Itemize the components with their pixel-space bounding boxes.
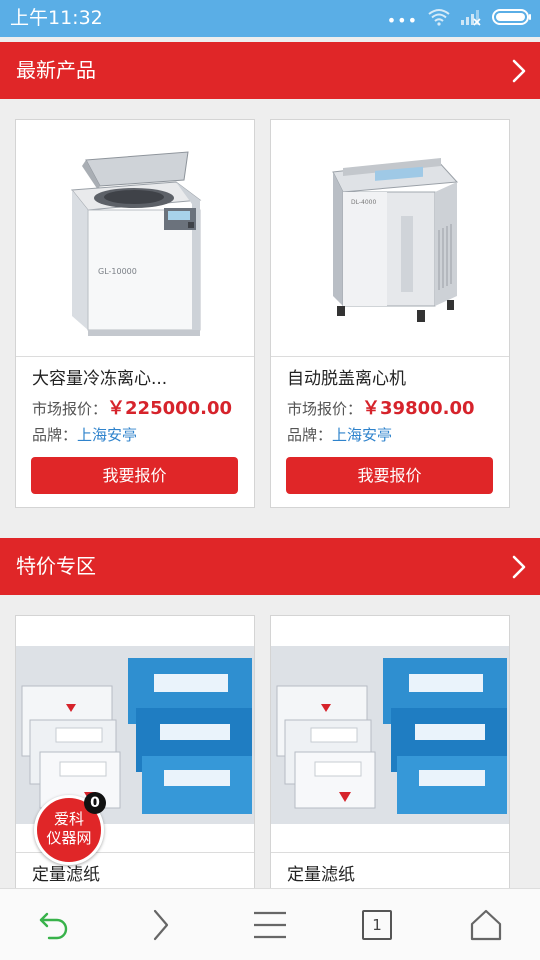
- bottom-navigation: 1: [0, 888, 540, 960]
- section-title: 最新产品: [16, 58, 96, 82]
- status-bar: 上午11:32 •••: [0, 0, 540, 37]
- status-divider: [0, 37, 540, 41]
- svg-text:GL-10000: GL-10000: [98, 267, 137, 276]
- product-image-filter-paper-boxes[interactable]: [271, 616, 509, 853]
- badge-count: 0: [84, 792, 106, 814]
- product-name[interactable]: 大容量冷冻离心...: [32, 367, 167, 391]
- product-image-centrifuge-open-lid[interactable]: GL-10000: [16, 120, 254, 357]
- product-image-centrifuge-floor[interactable]: DL-4000: [271, 120, 509, 357]
- product-name[interactable]: 定量滤纸: [287, 863, 355, 887]
- product-price-row: 市场报价：￥39800.00: [287, 397, 475, 421]
- request-quote-button[interactable]: 我要报价: [31, 457, 238, 494]
- product-name[interactable]: 自动脱盖离心机: [287, 367, 406, 391]
- status-icons: •••: [387, 9, 532, 29]
- special-card[interactable]: 定量滤纸: [15, 615, 255, 905]
- request-quote-button[interactable]: 我要报价: [286, 457, 493, 494]
- back-button[interactable]: [24, 889, 84, 960]
- section-title: 特价专区: [16, 554, 96, 578]
- special-card[interactable]: 定量滤纸: [270, 615, 510, 905]
- battery-icon: [492, 9, 532, 29]
- tabs-button[interactable]: 1: [347, 889, 407, 960]
- product-price: ￥39800.00: [362, 398, 475, 419]
- product-brand-link[interactable]: 上海安亭: [332, 426, 392, 444]
- product-card[interactable]: DL-4000 自动脱盖离心机 市场报价：￥39800.00 品牌：上海安亭 我…: [270, 119, 510, 508]
- status-time: 上午11:32: [10, 7, 103, 29]
- wifi-icon: [428, 8, 450, 30]
- chevron-right-icon[interactable]: [512, 555, 526, 579]
- price-label: 市场报价：: [32, 400, 108, 418]
- home-button[interactable]: [456, 889, 516, 960]
- signal-icon: [460, 8, 482, 30]
- product-price: ￥225000.00: [107, 398, 233, 419]
- back-icon: [39, 912, 68, 940]
- svg-text:DL-4000: DL-4000: [351, 199, 376, 206]
- tabs-icon: 1: [362, 910, 392, 940]
- product-brand-row: 品牌：上海安亭: [287, 423, 392, 447]
- product-price-row: 市场报价：￥225000.00: [32, 397, 232, 421]
- notification-dots: •••: [386, 11, 418, 30]
- section-header-new-products[interactable]: 最新产品: [0, 42, 540, 99]
- forward-button[interactable]: [131, 889, 191, 960]
- price-label: 市场报价：: [287, 400, 363, 418]
- product-name[interactable]: 定量滤纸: [32, 863, 100, 887]
- chevron-right-icon[interactable]: [512, 59, 526, 83]
- product-card[interactable]: GL-10000 大容量冷冻离心... 市场报价：￥225000.00 品牌：上…: [15, 119, 255, 508]
- menu-button[interactable]: [240, 889, 300, 960]
- section-header-special-offers[interactable]: 特价专区: [0, 538, 540, 595]
- product-brand-row: 品牌：上海安亭: [32, 423, 137, 447]
- forward-icon: [153, 909, 169, 941]
- home-icon: [470, 909, 502, 941]
- product-brand-link[interactable]: 上海安亭: [77, 426, 137, 444]
- badge-text-line2: 仪器网: [46, 829, 92, 847]
- menu-icon: [254, 911, 286, 939]
- tab-count: 1: [372, 916, 382, 934]
- brand-label: 品牌：: [287, 426, 333, 444]
- brand-label: 品牌：: [32, 426, 78, 444]
